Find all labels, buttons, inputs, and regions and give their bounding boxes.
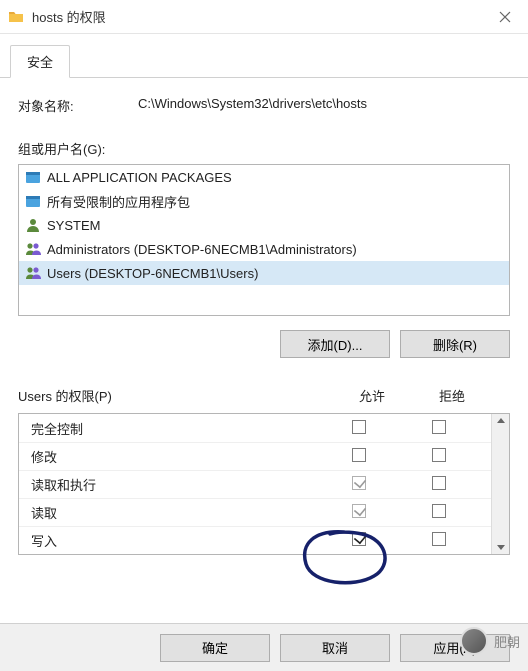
tab-panel-security: 对象名称: C:\Windows\System32\drivers\etc\ho… [0,77,528,573]
object-name-value: C:\Windows\System32\drivers\etc\hosts [138,96,367,115]
tab-strip: 安全 [0,34,528,77]
list-item-label: 所有受限制的应用程序包 [47,192,190,211]
permission-row: 修改 [19,442,491,470]
cancel-button[interactable]: 取消 [280,634,390,662]
scrollbar[interactable] [491,414,509,554]
window-title: hosts 的权限 [32,7,482,26]
checkbox[interactable] [432,532,446,546]
checkbox[interactable] [432,476,446,490]
checkbox[interactable] [432,420,446,434]
package-icon [25,169,41,185]
object-name-label: 对象名称: [18,96,138,115]
list-item-label: Users (DESKTOP-6NECMB1\Users) [47,266,258,281]
remove-button[interactable]: 删除(R) [400,330,510,358]
list-item[interactable]: SYSTEM [19,213,509,237]
permission-row: 读取 [19,498,491,526]
permission-name: 读取 [31,503,319,522]
permission-name: 完全控制 [31,419,319,438]
permissions-header: Users 的权限(P) [18,386,332,405]
chevron-down-icon [496,542,506,552]
watermark-name: 肥朝 [494,632,520,651]
permission-name: 读取和执行 [31,475,319,494]
close-icon [499,11,511,23]
folder-icon [8,9,24,25]
permission-name: 写入 [31,531,319,550]
permission-row: 完全控制 [19,414,491,442]
avatar-icon [460,627,488,655]
column-deny: 拒绝 [412,386,492,405]
list-item-label: SYSTEM [47,218,100,233]
package-icon [25,193,41,209]
titlebar: hosts 的权限 [0,0,528,34]
column-allow: 允许 [332,386,412,405]
checkbox[interactable] [352,448,366,462]
groups-listbox[interactable]: ALL APPLICATION PACKAGES 所有受限制的应用程序包 SYSTE… [18,164,510,316]
checkbox[interactable] [352,420,366,434]
add-button[interactable]: 添加(D)... [280,330,390,358]
list-item[interactable]: ALL APPLICATION PACKAGES [19,165,509,189]
checkbox[interactable] [432,504,446,518]
tab-security[interactable]: 安全 [10,45,70,78]
list-item[interactable]: 所有受限制的应用程序包 [19,189,509,213]
groups-label: 组或用户名(G): [18,139,510,158]
ok-button[interactable]: 确定 [160,634,270,662]
permission-row: 读取和执行 [19,470,491,498]
permissions-table: 完全控制修改读取和执行读取写入 [19,414,491,554]
user-icon [25,217,41,233]
chevron-up-icon [496,416,506,426]
list-item[interactable]: Administrators (DESKTOP-6NECMB1\Administ… [19,237,509,261]
permission-name: 修改 [31,447,319,466]
watermark-avatar: 肥朝 [460,627,520,655]
group-icon [25,241,41,257]
list-item[interactable]: Users (DESKTOP-6NECMB1\Users) [19,261,509,285]
dialog-footer: 确定 取消 应用(A) [0,623,528,671]
checkbox[interactable] [432,448,446,462]
checkbox[interactable] [352,532,366,546]
close-button[interactable] [482,0,528,34]
permission-row: 写入 [19,526,491,554]
checkbox[interactable] [352,476,366,490]
checkbox[interactable] [352,504,366,518]
list-item-label: Administrators (DESKTOP-6NECMB1\Administ… [47,242,357,257]
group-icon [25,265,41,281]
list-item-label: ALL APPLICATION PACKAGES [47,170,232,185]
